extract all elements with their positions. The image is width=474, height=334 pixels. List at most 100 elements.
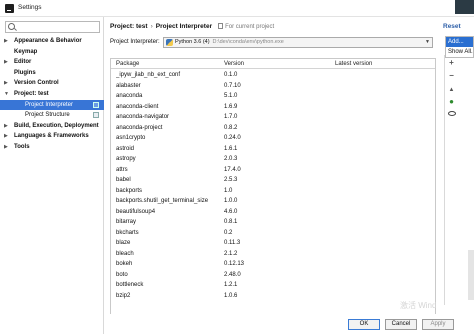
version-cell: 17.4.0 — [224, 166, 241, 173]
package-name-cell: anaconda-client — [116, 103, 159, 110]
sidebar-item-version-control[interactable]: ▶ Version Control — [0, 78, 104, 89]
sidebar-item-keymap[interactable]: Keymap — [0, 47, 104, 58]
interpreter-label: Project Interpreter: — [110, 39, 160, 45]
upgrade-package-button[interactable]: ▲ — [446, 83, 457, 94]
table-row[interactable]: alabaster 0.7.10 — [111, 81, 435, 92]
apply-button[interactable]: Apply — [422, 319, 454, 330]
scope-note: For current project — [225, 24, 275, 30]
table-row[interactable]: boto 2.48.0 — [111, 270, 435, 281]
sidebar-item-tools[interactable]: ▶ Tools — [0, 142, 104, 153]
sidebar-item-project-structure[interactable]: Project Structure — [0, 110, 104, 121]
activation-watermark: 激活 Wind — [400, 301, 437, 310]
column-header-version[interactable]: Version — [224, 59, 244, 69]
chevron-down-icon[interactable]: ▼ — [4, 89, 9, 100]
chevron-right-icon[interactable]: ▶ — [4, 78, 8, 89]
table-header: Package Version Latest version — [111, 59, 435, 69]
table-row[interactable]: anaconda-project 0.8.2 — [111, 123, 435, 134]
table-row[interactable]: bottleneck 1.2.1 — [111, 280, 435, 291]
table-row[interactable]: blaze 0.11.3 — [111, 238, 435, 249]
refresh-icon: ● — [449, 97, 454, 106]
table-row[interactable]: attrs 17.4.0 — [111, 165, 435, 176]
table-row[interactable]: bokeh 0.12.13 — [111, 259, 435, 270]
interpreter-select[interactable]: Python 3.6 (4) D:\dev\conda\env\python.ex… — [163, 37, 433, 48]
table-row[interactable]: anaconda 5.1.0 — [111, 91, 435, 102]
package-name-cell: boto — [116, 271, 128, 278]
sidebar-item-editor[interactable]: ▶ Editor — [0, 57, 104, 68]
sidebar-item-label: Project Interpreter — [25, 101, 74, 108]
version-cell: 0.12.13 — [224, 261, 245, 267]
version-cell: 0.2 — [224, 229, 233, 236]
table-row[interactable]: bkcharts 0.2 — [111, 228, 435, 239]
cancel-button[interactable]: Cancel — [385, 319, 417, 330]
python-icon — [166, 39, 173, 46]
table-row[interactable]: astroid 1.6.1 — [111, 144, 435, 155]
table-row[interactable]: anaconda-navigator 1.7.0 — [111, 112, 435, 123]
table-row[interactable]: asn1crypto 0.24.0 — [111, 133, 435, 144]
table-row[interactable]: beautifulsoup4 4.6.0 — [111, 207, 435, 218]
reset-link[interactable]: Reset — [443, 23, 461, 30]
sidebar-item-label: Editor — [14, 59, 32, 66]
window-title: Settings — [18, 4, 42, 11]
chevron-right-icon[interactable]: ▶ — [4, 121, 8, 132]
column-header-latest-version[interactable]: Latest version — [335, 59, 372, 69]
remove-package-button[interactable]: − — [446, 70, 457, 81]
column-header-package[interactable]: Package — [116, 59, 139, 69]
add-package-button[interactable]: + — [446, 57, 457, 68]
table-row[interactable]: _ipyw_jlab_nb_ext_conf 0.1.0 — [111, 70, 435, 81]
table-body: _ipyw_jlab_nb_ext_conf 0.1.0 alabaster 0.7.… — [111, 70, 435, 301]
chevron-right-icon[interactable]: ▶ — [4, 142, 8, 153]
table-row[interactable]: bleach 2.1.2 — [111, 249, 435, 260]
interpreter-value: Python 3.6 (4) — [175, 39, 210, 45]
package-name-cell: bottleneck — [116, 282, 144, 288]
table-row[interactable]: anaconda-client 1.6.9 — [111, 102, 435, 113]
menu-item-add[interactable]: Add... — [446, 37, 473, 47]
chevron-right-icon[interactable]: ▶ — [4, 57, 8, 68]
version-cell: 0.7.10 — [224, 82, 241, 89]
table-row[interactable]: bitarray 0.8.1 — [111, 217, 435, 228]
sidebar-item-project-interpreter[interactable]: Project Interpreter — [0, 99, 104, 111]
version-cell: 0.11.3 — [224, 240, 241, 246]
refresh-button[interactable]: ● — [446, 96, 457, 107]
package-name-cell: backports — [116, 187, 143, 194]
table-row[interactable]: backports.shutil_get_terminal_size 1.0.0 — [111, 196, 435, 207]
project-scope-icon — [218, 23, 224, 29]
ok-button[interactable]: OK — [348, 319, 380, 330]
sidebar-item-appearance-behavior[interactable]: ▶ Appearance & Behavior — [0, 36, 104, 47]
table-row[interactable]: bzip2 1.0.6 — [111, 291, 435, 302]
chevron-down-icon: ▼ — [425, 39, 430, 45]
version-cell: 1.0.0 — [224, 198, 238, 204]
table-row[interactable]: backports 1.0 — [111, 186, 435, 197]
sidebar-item-label: Project Structure — [25, 112, 70, 119]
package-name-cell: _ipyw_jlab_nb_ext_conf — [116, 72, 181, 78]
chevron-right-icon[interactable]: ▶ — [4, 131, 8, 142]
package-name-cell: blaze — [116, 240, 131, 246]
sidebar-item-label: Build, Execution, Deployment — [14, 122, 99, 129]
sidebar-item-build-execution-deployment[interactable]: ▶ Build, Execution, Deployment — [0, 121, 104, 132]
sidebar-item-label: Version Control — [14, 80, 59, 87]
version-cell: 1.0.6 — [224, 292, 238, 299]
chevron-right-icon[interactable]: ▶ — [4, 36, 8, 47]
breadcrumb-project[interactable]: Project: test — [110, 23, 148, 30]
settings-search-input[interactable] — [18, 23, 98, 32]
version-cell: 1.6.9 — [224, 103, 238, 110]
package-name-cell: bleach — [116, 250, 134, 257]
search-icon — [8, 23, 15, 30]
version-cell: 1.0 — [224, 187, 233, 194]
package-name-cell: babel — [116, 177, 131, 183]
package-name-cell: alabaster — [116, 82, 141, 89]
project-scope-icon — [93, 112, 99, 119]
version-cell: 0.8.2 — [224, 124, 238, 131]
table-row[interactable]: babel 2.5.3 — [111, 175, 435, 186]
sidebar-item-label: Plugins — [14, 69, 36, 76]
pycharm-app-icon — [5, 4, 14, 13]
show-early-releases-button[interactable] — [446, 109, 457, 120]
settings-search-box[interactable] — [5, 21, 100, 33]
project-scope-icon — [93, 101, 99, 108]
sidebar-item-languages-frameworks[interactable]: ▶ Languages & Frameworks — [0, 131, 104, 142]
sidebar-item-plugins[interactable]: Plugins — [0, 68, 104, 79]
version-cell: 1.2.1 — [224, 282, 238, 288]
sidebar-item-project-test[interactable]: ▼ Project: test — [0, 89, 104, 100]
table-row[interactable]: astropy 2.0.3 — [111, 154, 435, 165]
version-cell: 1.6.1 — [224, 145, 238, 152]
eye-icon — [447, 111, 456, 116]
